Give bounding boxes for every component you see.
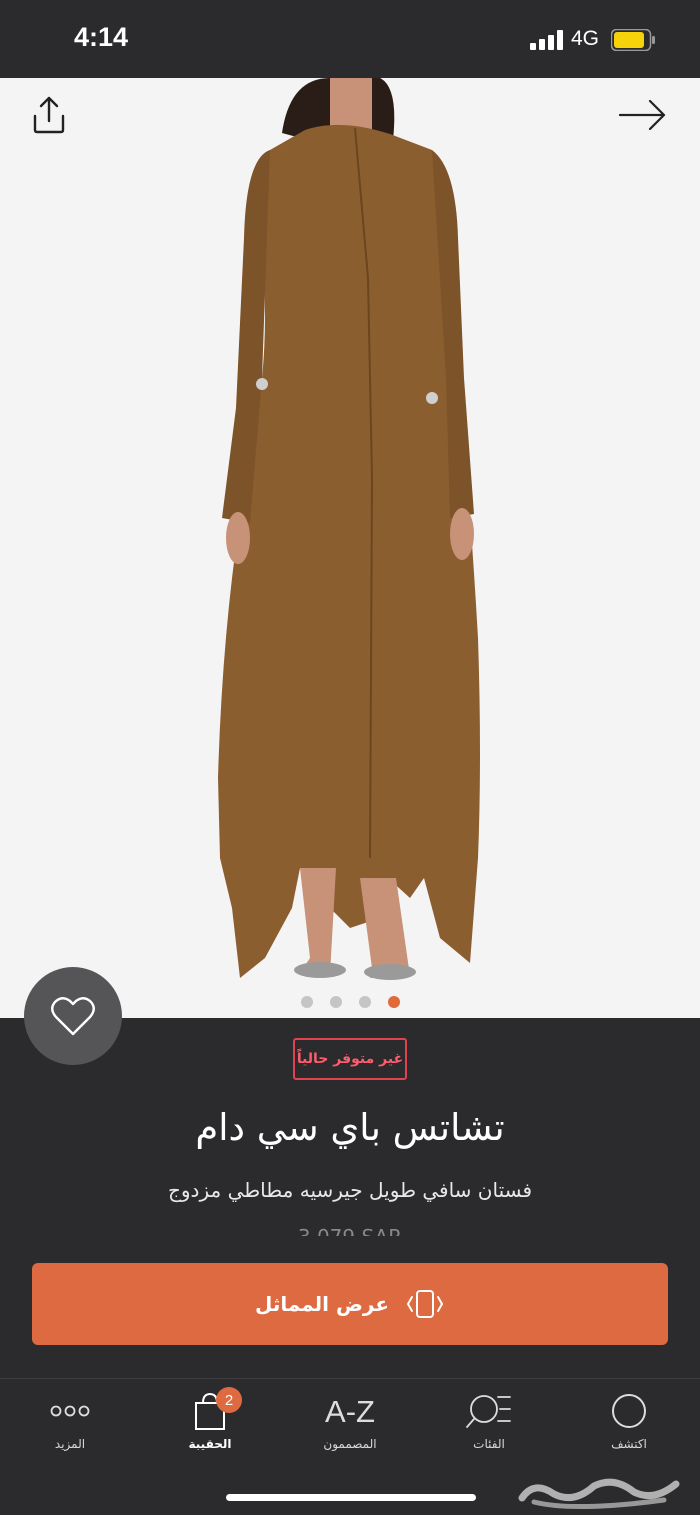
tab-label: المزيد [54,1437,86,1451]
tab-label: الحقيبة [188,1437,232,1451]
signal-icon [530,30,563,50]
search-list-icon [466,1395,511,1428]
tab-label: اكتشف [611,1437,647,1451]
haraj-watermark-logo [518,1478,680,1510]
product-photo [218,78,480,980]
view-similar-label: عرض المماثل [254,1292,390,1316]
more-dots-icon [50,1405,90,1417]
status-time: 4:14 [74,22,129,52]
product-image-carousel[interactable] [0,78,700,1018]
carousel-dot[interactable] [301,996,313,1008]
svg-text:A-Z: A-Z [325,1394,375,1429]
arrow-right-icon[interactable] [618,98,668,132]
tab-categories[interactable]: الفئات [434,1391,544,1461]
carousel-dot-active[interactable] [388,996,400,1008]
carousel-dot[interactable] [359,996,371,1008]
tab-bag[interactable]: 2 الحقيبة [155,1387,265,1461]
battery-icon [611,29,655,51]
tab-label: المصممون [323,1437,377,1451]
phone-vibrate-icon [406,1290,444,1318]
heart-icon [51,997,95,1036]
tab-designers[interactable]: A-Z المصممون [295,1391,405,1461]
product-price: 3,079 SAR [0,1222,700,1236]
az-icon: A-Z [325,1394,375,1429]
discover-circle-icon [612,1394,646,1428]
availability-badge: غير متوفر حالياً [293,1038,407,1080]
network-type: 4G [571,27,600,50]
tab-discover[interactable]: اكتشف [574,1391,684,1461]
tab-more[interactable]: المزيد [15,1391,125,1461]
product-description: فستان سافي طويل جيرسيه مطاطي مزدوج [167,1178,533,1202]
home-indicator [226,1494,476,1501]
tab-label: الفئات [473,1437,505,1451]
product-brand[interactable]: تشاتس باي سي دام [0,1106,700,1149]
bag-count-badge: 2 [216,1387,242,1413]
wishlist-button[interactable] [24,967,122,1065]
status-bar: 4:14 4G [0,0,700,78]
share-icon[interactable] [28,94,70,136]
view-similar-button[interactable]: عرض المماثل [32,1263,668,1345]
carousel-dot[interactable] [330,996,342,1008]
